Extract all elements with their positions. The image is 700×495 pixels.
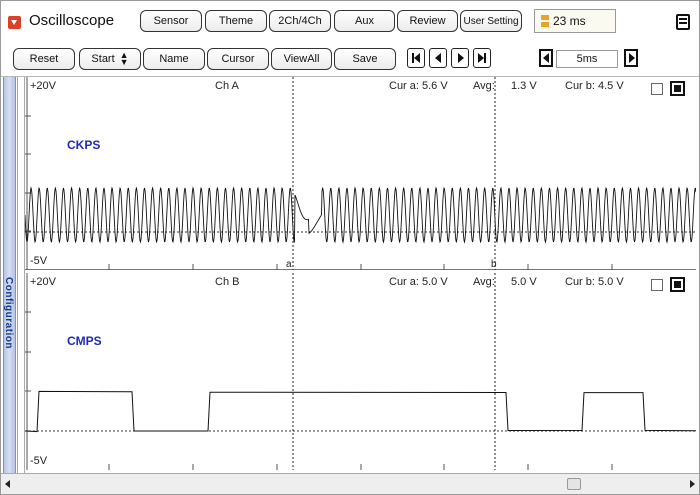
- ch-a-top-scale: +20V: [30, 80, 56, 92]
- oscilloscope-window: Oscilloscope Sensor Theme 2Ch/4Ch Aux Re…: [0, 0, 700, 495]
- cursor-a-marker[interactable]: a: [286, 259, 292, 270]
- app-title: Oscilloscope: [29, 12, 115, 29]
- channel-gutter: [18, 77, 25, 473]
- top-toolbar: Oscilloscope Sensor Theme 2Ch/4Ch Aux Re…: [1, 1, 699, 41]
- first-icon[interactable]: [407, 48, 425, 68]
- sensor-button[interactable]: Sensor: [140, 10, 202, 32]
- ch-b-enable-toggle[interactable]: [670, 277, 685, 292]
- channel-a-waveform-area: [25, 77, 696, 270]
- time-decrease-icon[interactable]: [539, 49, 553, 67]
- ch-a-bottom-scale: -5V: [30, 255, 48, 267]
- start-label: Start: [91, 53, 115, 65]
- horizontal-scrollbar[interactable]: [1, 473, 699, 494]
- aux-button[interactable]: Aux: [334, 10, 395, 32]
- review-button[interactable]: Review: [397, 10, 458, 32]
- timer-value: 23 ms: [553, 14, 586, 28]
- user-setting-button[interactable]: User Setting: [460, 10, 522, 32]
- ckps-waveform: [25, 186, 696, 244]
- viewall-button[interactable]: ViewAll: [271, 48, 332, 70]
- cursor-b-marker[interactable]: b: [491, 259, 497, 270]
- ch-b-checkbox[interactable]: [651, 279, 663, 291]
- ab-timer-icon: [541, 15, 549, 27]
- ch-a-signal-label: CKPS: [67, 138, 101, 152]
- scroll-right-icon[interactable]: [690, 480, 695, 488]
- updown-icon: ▲ ▼: [119, 50, 129, 67]
- menu-dropdown-icon[interactable]: [8, 16, 21, 29]
- ch-b-name: Ch B: [215, 276, 240, 288]
- prev-icon[interactable]: [429, 48, 447, 68]
- ch-a-cursor-b-value: Cur b: 4.5 V: [565, 80, 624, 92]
- ch-a-checkbox[interactable]: [651, 83, 663, 95]
- reset-button[interactable]: Reset: [13, 48, 75, 70]
- time-increase-icon[interactable]: [624, 49, 638, 67]
- channel-b-waveform-area: [25, 273, 696, 470]
- ch-a-avg-label: Avg:: [473, 80, 495, 92]
- timebase-display: 5ms: [556, 50, 618, 68]
- panel-toggle-icon[interactable]: [676, 14, 690, 30]
- ch-a-avg-value: 1.3 V: [511, 80, 537, 92]
- configuration-label: Configuration: [3, 277, 14, 350]
- name-button[interactable]: Name: [143, 48, 205, 70]
- start-select[interactable]: Start ▲ ▼: [79, 48, 141, 70]
- ch-b-signal-label: CMPS: [67, 334, 102, 348]
- ch-b-cursor-a-value: Cur a: 5.0 V: [389, 276, 448, 288]
- ch-b-top-scale: +20V: [30, 276, 56, 288]
- channel-a-plot[interactable]: +20V Ch A Cur a: 5.6 V Avg: 1.3 V Cur b:…: [25, 77, 696, 270]
- timer-display: 23 ms: [534, 9, 616, 33]
- last-icon[interactable]: [473, 48, 491, 68]
- ch-b-bottom-scale: -5V: [30, 455, 48, 467]
- channel-b-plot[interactable]: +20V Ch B Cur a: 5.0 V Avg: 5.0 V Cur b:…: [25, 273, 696, 470]
- 2ch-4ch-button[interactable]: 2Ch/4Ch: [269, 10, 331, 32]
- ch-a-name: Ch A: [215, 80, 239, 92]
- cmps-waveform: [25, 390, 696, 433]
- scroll-thumb[interactable]: [567, 478, 581, 490]
- scroll-left-icon[interactable]: [5, 480, 10, 488]
- next-icon[interactable]: [451, 48, 469, 68]
- ch-b-cursor-b-value: Cur b: 5.0 V: [565, 276, 624, 288]
- ch-a-enable-toggle[interactable]: [670, 81, 685, 96]
- configuration-tab[interactable]: Configuration: [1, 77, 18, 473]
- ch-b-avg-label: Avg:: [473, 276, 495, 288]
- theme-button[interactable]: Theme: [205, 10, 267, 32]
- save-button[interactable]: Save: [334, 48, 396, 70]
- ch-b-avg-value: 5.0 V: [511, 276, 537, 288]
- ch-a-cursor-a-value: Cur a: 5.6 V: [389, 80, 448, 92]
- cursor-button[interactable]: Cursor: [207, 48, 269, 70]
